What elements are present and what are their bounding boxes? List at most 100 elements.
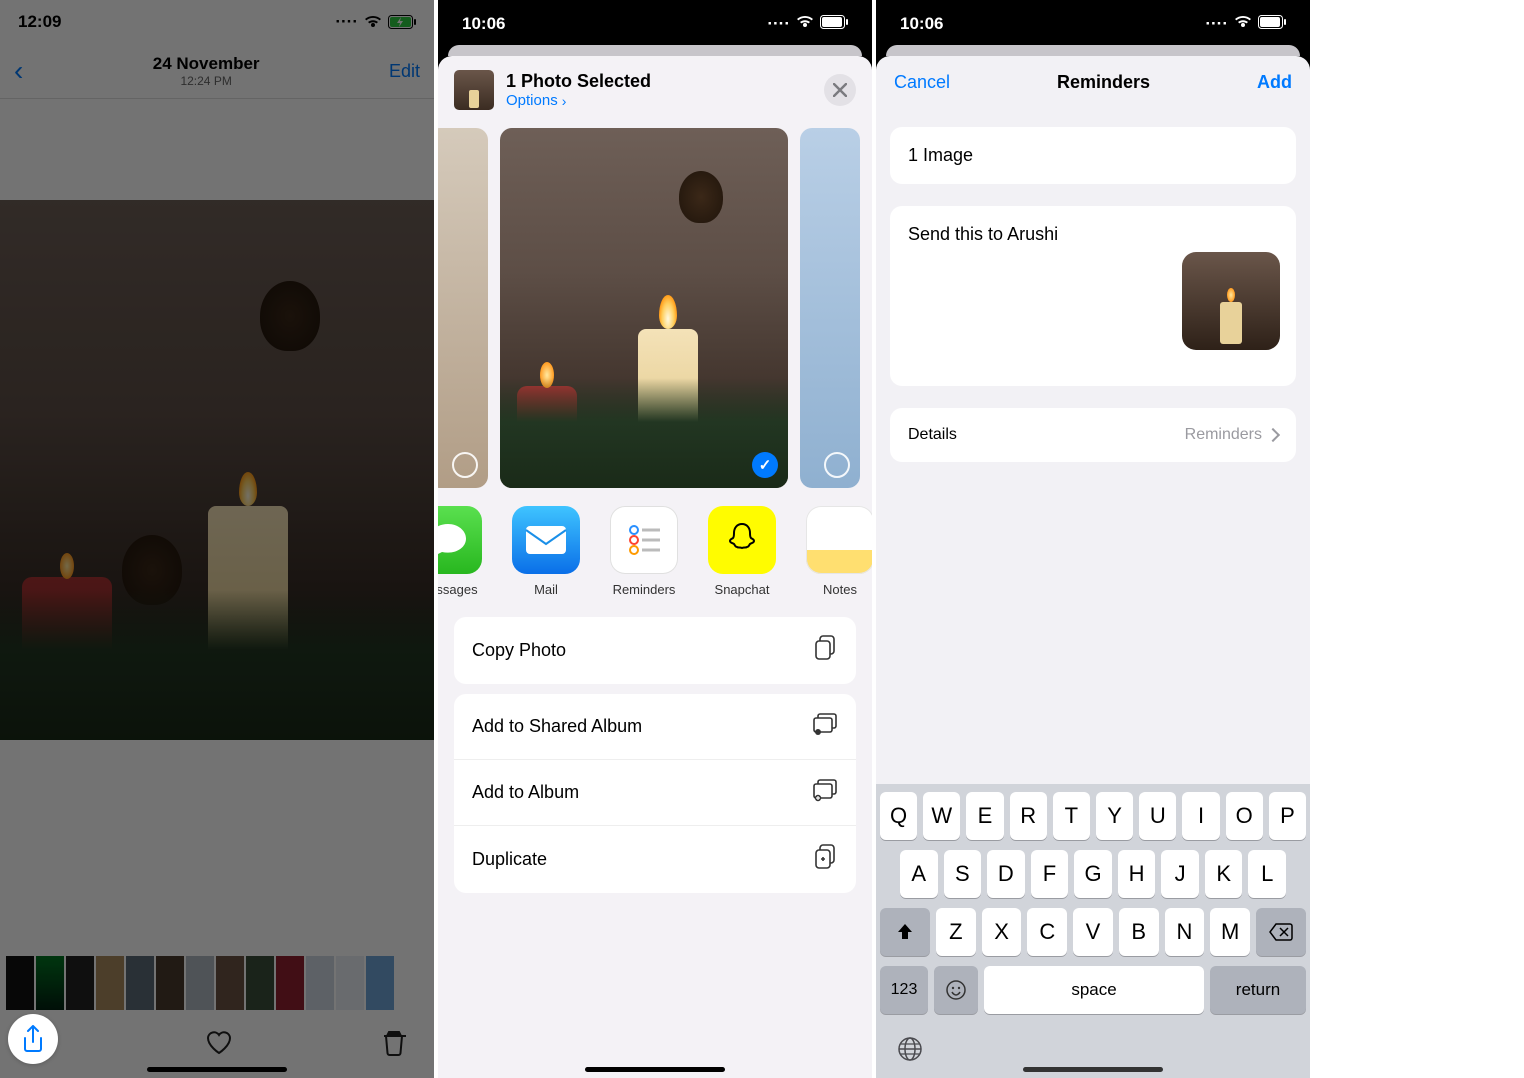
selected-photo-thumb bbox=[454, 70, 494, 110]
reminder-nav: Cancel Reminders Add bbox=[876, 56, 1310, 109]
wifi-icon bbox=[364, 15, 382, 29]
wifi-icon bbox=[1234, 14, 1252, 34]
share-photo-picker[interactable] bbox=[438, 128, 872, 488]
key-t[interactable]: T bbox=[1053, 792, 1090, 840]
add-album-icon bbox=[812, 778, 838, 807]
delete-icon[interactable] bbox=[382, 1028, 406, 1061]
gallery-prev-photo[interactable] bbox=[438, 128, 488, 488]
photo-time: 12:24 PM bbox=[23, 74, 389, 88]
share-button[interactable] bbox=[8, 1014, 58, 1064]
cellular-dots-icon: ···· bbox=[767, 14, 790, 34]
status-bar: 10:06 ···· bbox=[876, 0, 1310, 48]
cancel-button[interactable]: Cancel bbox=[894, 72, 950, 93]
keyboard-row-1: Q W E R T Y U I O P bbox=[880, 792, 1306, 840]
key-f[interactable]: F bbox=[1031, 850, 1069, 898]
key-k[interactable]: K bbox=[1205, 850, 1243, 898]
details-row[interactable]: Details Reminders bbox=[890, 408, 1296, 462]
copy-icon bbox=[814, 635, 838, 666]
keyboard-row-3: Z X C V B N M bbox=[880, 908, 1306, 956]
gallery-selected-photo[interactable] bbox=[500, 128, 788, 488]
key-return[interactable]: return bbox=[1210, 966, 1306, 1014]
share-options-link[interactable]: Options › bbox=[506, 92, 651, 109]
share-app-reminders[interactable]: Reminders bbox=[608, 506, 680, 597]
key-e[interactable]: E bbox=[966, 792, 1003, 840]
attached-image-thumb bbox=[1182, 252, 1280, 350]
share-app-messages[interactable]: Messages bbox=[438, 506, 484, 597]
cellular-dots-icon: ···· bbox=[335, 12, 358, 32]
key-123[interactable]: 123 bbox=[880, 966, 928, 1014]
close-button[interactable] bbox=[824, 74, 856, 106]
key-h[interactable]: H bbox=[1118, 850, 1156, 898]
keyboard-row-4: 123 space return bbox=[880, 966, 1306, 1014]
reminder-note-field[interactable]: Send this to Arushi bbox=[890, 206, 1296, 386]
key-m[interactable]: M bbox=[1210, 908, 1250, 956]
share-app-snapchat[interactable]: Snapchat bbox=[706, 506, 778, 597]
key-j[interactable]: J bbox=[1161, 850, 1199, 898]
thumbnail-strip[interactable] bbox=[0, 956, 434, 1010]
key-v[interactable]: V bbox=[1073, 908, 1113, 956]
key-emoji[interactable] bbox=[934, 966, 978, 1014]
select-circle-icon[interactable] bbox=[824, 452, 850, 478]
status-bar: 10:06 ···· bbox=[438, 0, 872, 48]
back-button[interactable]: ‹ bbox=[14, 55, 23, 87]
add-button[interactable]: Add bbox=[1257, 72, 1292, 93]
status-bar: 12:09 ···· bbox=[0, 0, 434, 44]
key-s[interactable]: S bbox=[944, 850, 982, 898]
key-r[interactable]: R bbox=[1010, 792, 1047, 840]
phone-photos-app: 12:09 ···· ‹ 24 November 12:24 PM Edit bbox=[0, 0, 434, 1078]
status-time: 10:06 bbox=[900, 14, 943, 34]
app-label: Notes bbox=[804, 582, 872, 597]
key-l[interactable]: L bbox=[1248, 850, 1286, 898]
key-q[interactable]: Q bbox=[880, 792, 917, 840]
share-app-notes[interactable]: Notes bbox=[804, 506, 872, 597]
action-add-album[interactable]: Add to Album bbox=[454, 760, 856, 826]
edit-button[interactable]: Edit bbox=[389, 61, 420, 82]
shared-album-icon bbox=[812, 712, 838, 741]
share-header: 1 Photo Selected Options › bbox=[438, 56, 872, 124]
key-o[interactable]: O bbox=[1226, 792, 1263, 840]
attachment-summary[interactable]: 1 Image bbox=[890, 127, 1296, 184]
share-title: 1 Photo Selected bbox=[506, 71, 651, 92]
action-add-shared-album[interactable]: Add to Shared Album bbox=[454, 694, 856, 760]
key-shift[interactable] bbox=[880, 908, 930, 956]
key-a[interactable]: A bbox=[900, 850, 938, 898]
cellular-dots-icon: ···· bbox=[1205, 14, 1228, 34]
favorite-icon[interactable] bbox=[205, 1029, 233, 1060]
globe-icon[interactable] bbox=[896, 1035, 924, 1068]
key-w[interactable]: W bbox=[923, 792, 960, 840]
key-space[interactable]: space bbox=[984, 966, 1204, 1014]
key-c[interactable]: C bbox=[1027, 908, 1067, 956]
key-n[interactable]: N bbox=[1165, 908, 1205, 956]
home-indicator[interactable] bbox=[147, 1067, 287, 1072]
battery-icon bbox=[1258, 14, 1286, 34]
key-backspace[interactable] bbox=[1256, 908, 1306, 956]
phone-reminders-compose: 10:06 ···· Cancel Reminders Add 1 Image … bbox=[876, 0, 1310, 1078]
key-x[interactable]: X bbox=[982, 908, 1022, 956]
key-p[interactable]: P bbox=[1269, 792, 1306, 840]
key-y[interactable]: Y bbox=[1096, 792, 1133, 840]
action-copy-photo[interactable]: Copy Photo bbox=[454, 617, 856, 684]
status-time: 12:09 bbox=[18, 12, 61, 32]
key-z[interactable]: Z bbox=[936, 908, 976, 956]
share-app-mail[interactable]: Mail bbox=[510, 506, 582, 597]
share-app-row[interactable]: Messages Mail Reminders Snapchat Notes bbox=[438, 488, 872, 607]
status-time: 10:06 bbox=[462, 14, 505, 34]
photo-viewer[interactable] bbox=[0, 200, 434, 740]
action-duplicate[interactable]: Duplicate bbox=[454, 826, 856, 893]
gallery-next-photo[interactable] bbox=[800, 128, 860, 488]
key-d[interactable]: D bbox=[987, 850, 1025, 898]
duplicate-icon bbox=[814, 844, 838, 875]
phone-share-sheet: 10:06 ···· 1 Photo Selected Options › bbox=[438, 0, 872, 1078]
home-indicator[interactable] bbox=[585, 1067, 725, 1072]
selected-check-icon[interactable] bbox=[752, 452, 778, 478]
home-indicator[interactable] bbox=[1023, 1067, 1163, 1072]
keyboard[interactable]: Q W E R T Y U I O P A S D F G H bbox=[876, 784, 1310, 1078]
photo-date: 24 November bbox=[23, 54, 389, 74]
select-circle-icon[interactable] bbox=[452, 452, 478, 478]
key-g[interactable]: G bbox=[1074, 850, 1112, 898]
key-u[interactable]: U bbox=[1139, 792, 1176, 840]
battery-icon bbox=[820, 14, 848, 34]
battery-icon bbox=[388, 15, 416, 29]
key-i[interactable]: I bbox=[1182, 792, 1219, 840]
key-b[interactable]: B bbox=[1119, 908, 1159, 956]
